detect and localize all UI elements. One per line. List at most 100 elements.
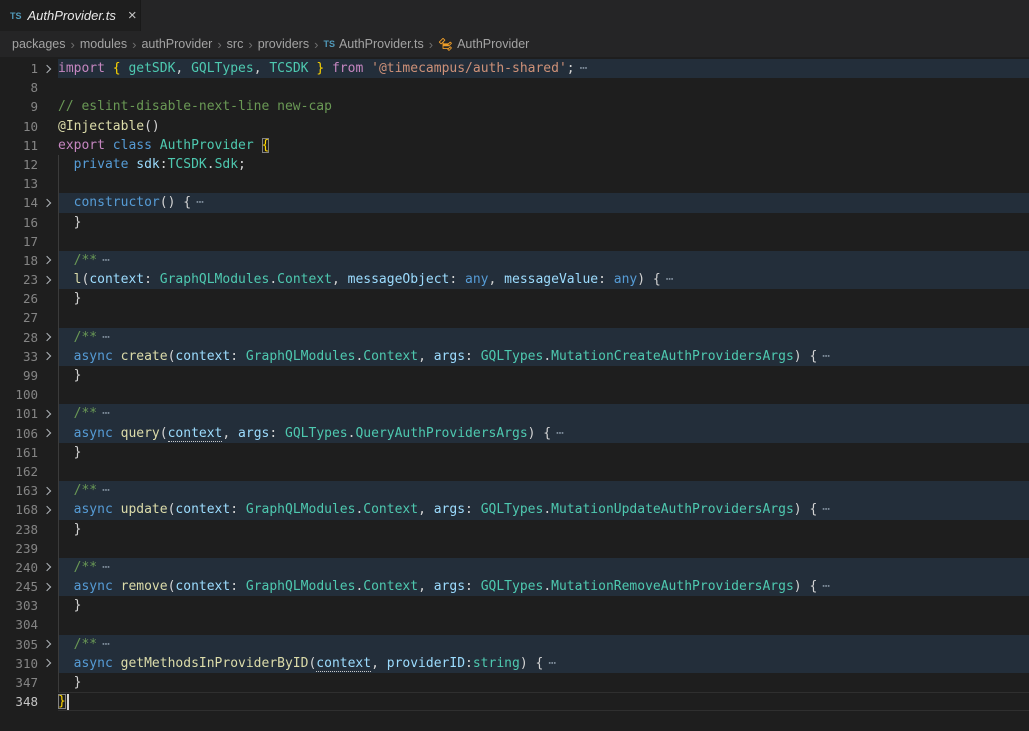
code-token [58, 406, 74, 421]
code-line[interactable]: 348} [0, 692, 1029, 711]
code-line[interactable]: 23 l(context: GraphQLModules.Context, me… [0, 270, 1029, 289]
folded-code-ellipsis[interactable]: ⋯ [822, 579, 830, 594]
line-number: 17 [0, 232, 38, 251]
fold-chevron-icon[interactable] [38, 347, 58, 366]
code-token: Context [363, 349, 418, 364]
line-number: 14 [0, 193, 38, 212]
code-line[interactable]: 162 [0, 462, 1029, 481]
folded-code-ellipsis[interactable]: ⋯ [822, 349, 830, 364]
code-line[interactable]: 14 constructor() {⋯ [0, 193, 1029, 212]
fold-chevron-icon[interactable] [38, 328, 58, 347]
code-token: : [465, 502, 481, 517]
code-line[interactable]: 33 async create(context: GraphQLModules.… [0, 347, 1029, 366]
code-line[interactable]: 12 private sdk:TCSDK.Sdk; [0, 155, 1029, 174]
code-line[interactable]: 13 [0, 174, 1029, 193]
code-line[interactable]: 8 [0, 78, 1029, 97]
code-text: import { getSDK, GQLTypes, TCSDK } from … [58, 59, 1029, 78]
code-token: string [473, 656, 520, 671]
code-line[interactable]: 101 /**⋯ [0, 404, 1029, 423]
fold-chevron-icon[interactable] [38, 558, 58, 577]
code-token [58, 483, 74, 498]
breadcrumb-item-providers[interactable]: providers [258, 37, 309, 51]
fold-chevron-icon[interactable] [38, 270, 58, 289]
fold-chevron-icon[interactable] [38, 193, 58, 212]
fold-chevron-icon[interactable] [38, 424, 58, 443]
folded-code-ellipsis[interactable]: ⋯ [556, 426, 564, 441]
close-icon[interactable]: × [128, 8, 137, 23]
code-line[interactable]: 27 [0, 308, 1029, 327]
code-token: args [434, 579, 465, 594]
code-token: async [74, 426, 121, 441]
code-line[interactable]: 304 [0, 615, 1029, 634]
code-line[interactable]: 303 } [0, 596, 1029, 615]
code-line[interactable]: 161 } [0, 443, 1029, 462]
folded-code-ellipsis[interactable]: ⋯ [102, 406, 110, 421]
folded-code-ellipsis[interactable]: ⋯ [666, 272, 674, 287]
breadcrumb-item-src[interactable]: src [227, 37, 244, 51]
fold-chevron-icon[interactable] [38, 404, 58, 423]
code-token: : [230, 349, 246, 364]
fold-chevron-icon[interactable] [38, 59, 58, 78]
code-token: : [465, 579, 481, 594]
code-token: , [489, 272, 505, 287]
fold-chevron-spacer [38, 692, 58, 711]
fold-chevron-icon[interactable] [38, 635, 58, 654]
tab-authprovider[interactable]: TS AuthProvider.ts × [0, 0, 141, 31]
code-line[interactable]: 305 /**⋯ [0, 635, 1029, 654]
code-token: ( [160, 426, 168, 441]
code-line[interactable]: 16 } [0, 213, 1029, 232]
folded-code-ellipsis[interactable]: ⋯ [102, 253, 110, 268]
code-line[interactable]: 239 [0, 539, 1029, 558]
code-line[interactable]: 11export class AuthProvider { [0, 136, 1029, 155]
code-line[interactable]: 240 /**⋯ [0, 558, 1029, 577]
code-token: ) { [794, 349, 817, 364]
fold-chevron-icon[interactable] [38, 577, 58, 596]
code-area[interactable]: 1import { getSDK, GQLTypes, TCSDK } from… [0, 57, 1029, 731]
line-number: 303 [0, 596, 38, 615]
code-line[interactable]: 99 } [0, 366, 1029, 385]
tab-title: AuthProvider.ts [28, 8, 116, 23]
code-line[interactable]: 1import { getSDK, GQLTypes, TCSDK } from… [0, 59, 1029, 78]
code-token: ) { [794, 502, 817, 517]
breadcrumb-item-modules[interactable]: modules [80, 37, 127, 51]
folded-code-ellipsis[interactable]: ⋯ [102, 330, 110, 345]
breadcrumb-item-authprovider-dir[interactable]: authProvider [141, 37, 212, 51]
folded-code-ellipsis[interactable]: ⋯ [196, 195, 204, 210]
code-line[interactable]: 26 } [0, 289, 1029, 308]
code-line[interactable]: 28 /**⋯ [0, 328, 1029, 347]
breadcrumb-item-authprovider-class[interactable]: AuthProvider [438, 37, 529, 52]
code-line[interactable]: 18 /**⋯ [0, 251, 1029, 270]
folded-code-ellipsis[interactable]: ⋯ [822, 502, 830, 517]
fold-chevron-icon[interactable] [38, 251, 58, 270]
breadcrumb-item-packages[interactable]: packages [12, 37, 66, 51]
fold-chevron-icon[interactable] [38, 500, 58, 519]
folded-code-ellipsis[interactable]: ⋯ [580, 61, 588, 76]
code-token [58, 560, 74, 575]
code-token: . [543, 502, 551, 517]
code-line[interactable]: 100 [0, 385, 1029, 404]
folded-code-ellipsis[interactable]: ⋯ [102, 560, 110, 575]
code-line[interactable]: 163 /**⋯ [0, 481, 1029, 500]
code-token: . [269, 272, 277, 287]
code-token: . [543, 579, 551, 594]
code-line[interactable]: 106 async query(context, args: GQLTypes.… [0, 424, 1029, 443]
line-number: 348 [0, 692, 38, 711]
fold-chevron-icon[interactable] [38, 481, 58, 500]
text-cursor [67, 694, 69, 710]
code-line[interactable]: 17 [0, 232, 1029, 251]
code-line[interactable]: 245 async remove(context: GraphQLModules… [0, 577, 1029, 596]
code-text: private sdk:TCSDK.Sdk; [58, 155, 1029, 174]
code-line[interactable]: 347 } [0, 673, 1029, 692]
code-token: . [207, 157, 215, 172]
folded-code-ellipsis[interactable]: ⋯ [548, 656, 556, 671]
code-line[interactable]: 9// eslint-disable-next-line new-cap [0, 97, 1029, 116]
code-line[interactable]: 310 async getMethodsInProviderByID(conte… [0, 654, 1029, 673]
code-line[interactable]: 168 async update(context: GraphQLModules… [0, 500, 1029, 519]
fold-chevron-icon[interactable] [38, 654, 58, 673]
code-line[interactable]: 238 } [0, 520, 1029, 539]
code-line[interactable]: 10@Injectable() [0, 117, 1029, 136]
breadcrumb-item-authprovider-file[interactable]: TS AuthProvider.ts [323, 37, 423, 51]
folded-code-ellipsis[interactable]: ⋯ [102, 483, 110, 498]
folded-code-ellipsis[interactable]: ⋯ [102, 637, 110, 652]
code-token: } [58, 522, 81, 537]
